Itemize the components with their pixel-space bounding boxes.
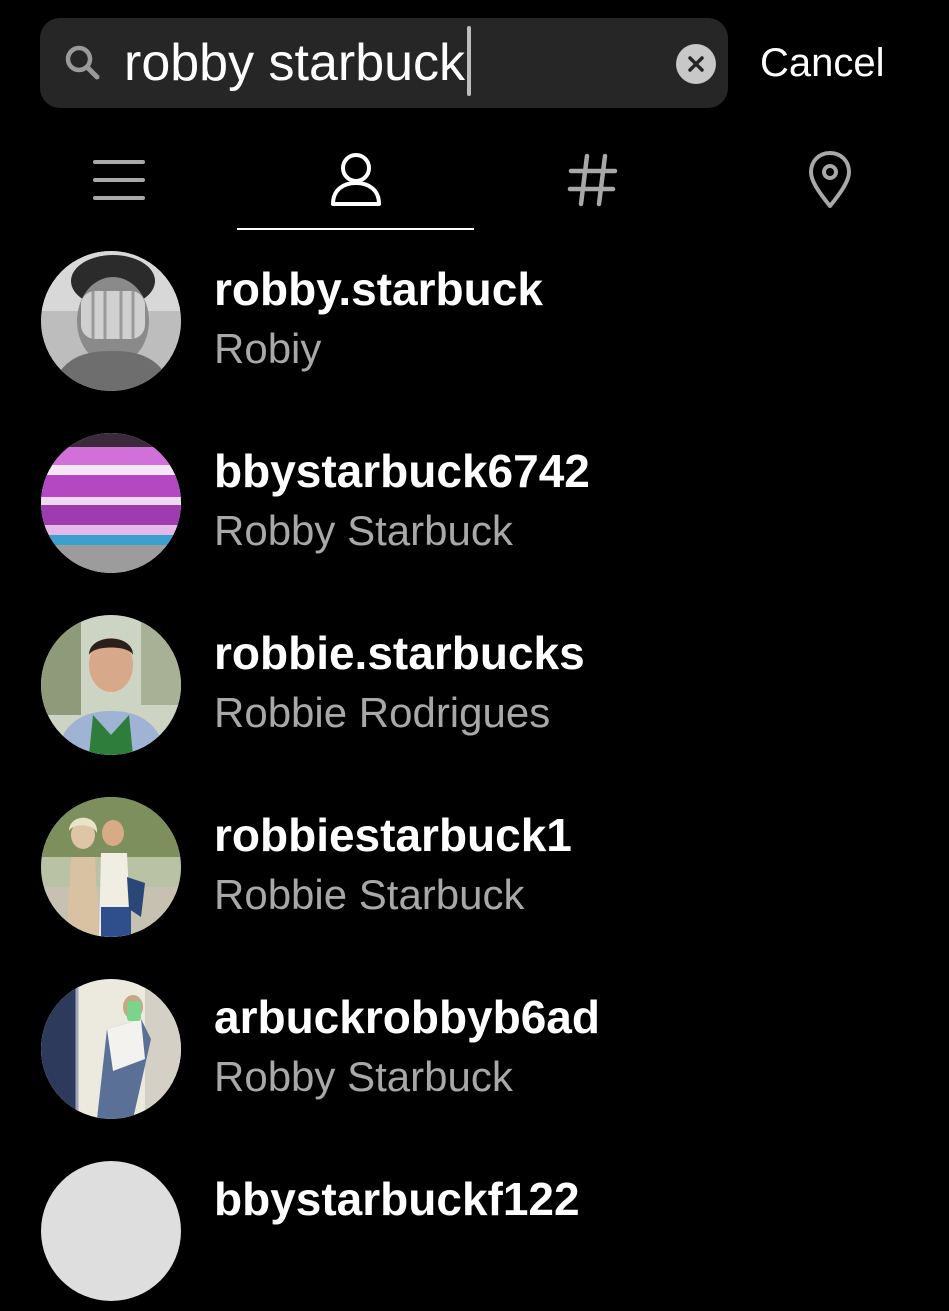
- result-full-name: Robbie Starbuck: [214, 871, 525, 918]
- result-username: robby.starbuck: [214, 263, 543, 315]
- avatar: [41, 433, 181, 573]
- avatar: [41, 1161, 181, 1301]
- search-result-item[interactable]: robbiestarbuck1 Robbie Starbuck: [0, 797, 949, 947]
- search-tabs: [0, 130, 949, 230]
- result-username: bbystarbuckf122: [214, 1173, 580, 1225]
- search-result-item[interactable]: bbystarbuck6742 Robby Starbuck: [0, 433, 949, 583]
- close-icon: [688, 56, 704, 72]
- location-pin-icon: [809, 151, 851, 208]
- search-query: robby starbuck: [124, 34, 466, 92]
- menu-icon: [93, 160, 145, 200]
- result-username: bbystarbuck6742: [214, 445, 590, 497]
- result-full-name: Robiy: [214, 325, 322, 372]
- avatar: [41, 979, 181, 1119]
- tab-places[interactable]: [711, 130, 948, 230]
- active-tab-indicator: [237, 228, 474, 230]
- result-username: robbie.starbucks: [214, 627, 585, 679]
- text-caret: [467, 26, 472, 97]
- tab-accounts[interactable]: [237, 130, 474, 230]
- result-full-name: Robby Starbuck: [214, 1053, 513, 1100]
- search-input[interactable]: robby starbuck: [124, 26, 472, 97]
- result-full-name: Robbie Rodrigues: [214, 689, 551, 736]
- result-username: arbuckrobbyb6ad: [214, 991, 600, 1043]
- avatar: [41, 797, 181, 937]
- search-result-item[interactable]: robby.starbuck Robiy: [0, 251, 949, 401]
- cancel-button[interactable]: Cancel: [760, 38, 885, 88]
- avatar: [41, 615, 181, 755]
- search-bar[interactable]: robby starbuck: [40, 18, 728, 108]
- search-icon: [65, 45, 100, 80]
- avatar: [41, 251, 181, 391]
- person-icon: [331, 153, 381, 206]
- result-username: robbiestarbuck1: [214, 809, 572, 861]
- search-result-item[interactable]: arbuckrobbyb6ad Robby Starbuck: [0, 979, 949, 1129]
- hashtag-icon: [567, 153, 618, 207]
- result-full-name: Robby Starbuck: [214, 507, 513, 554]
- clear-search-button[interactable]: [676, 44, 716, 84]
- search-result-item[interactable]: bbystarbuckf122: [0, 1161, 949, 1311]
- tab-top[interactable]: [0, 130, 237, 230]
- tab-tags[interactable]: [474, 130, 711, 230]
- search-result-item[interactable]: robbie.starbucks Robbie Rodrigues: [0, 615, 949, 765]
